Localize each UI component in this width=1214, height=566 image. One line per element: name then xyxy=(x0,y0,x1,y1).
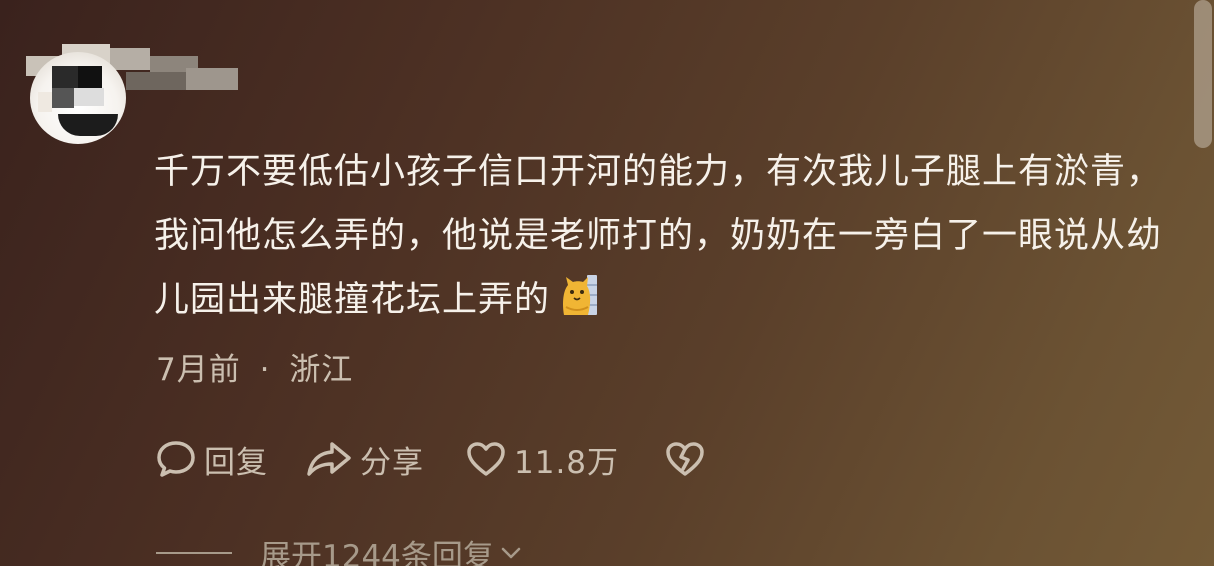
reply-button[interactable]: 回复 xyxy=(156,437,268,482)
broken-heart-icon xyxy=(666,442,704,476)
share-arrow-icon xyxy=(307,442,351,476)
dislike-button[interactable] xyxy=(665,441,705,477)
meta-separator: · xyxy=(259,352,271,388)
comment-text: 千万不要低估小孩子信口开河的能力，有次我儿子腿上有淤青，我问他怎么弄的，他说是老… xyxy=(154,140,1184,332)
comment-body: 千万不要低估小孩子信口开河的能力，有次我儿子腿上有淤青，我问他怎么弄的，他说是老… xyxy=(154,152,1163,320)
scrollbar[interactable] xyxy=(1194,0,1212,148)
avatar[interactable] xyxy=(30,52,126,144)
share-button[interactable]: 分享 xyxy=(306,437,424,482)
comment-time: 7月前 xyxy=(156,352,241,388)
comment-location: 浙江 xyxy=(289,352,354,388)
comment-meta: 7月前 · 浙江 xyxy=(156,344,353,389)
like-button[interactable]: 11.8万 xyxy=(466,437,619,482)
reply-label: 回复 xyxy=(204,444,268,481)
expand-replies-button[interactable]: 展开1244条回复 xyxy=(156,530,522,566)
comment-bubble-icon xyxy=(157,441,195,477)
divider-line xyxy=(156,552,232,554)
cat-emoji-icon xyxy=(563,275,598,315)
share-label: 分享 xyxy=(360,444,424,481)
like-count: 11.8万 xyxy=(514,444,620,481)
heart-icon xyxy=(467,442,505,476)
chevron-down-icon xyxy=(501,547,521,559)
expand-replies-label: 展开1244条回复 xyxy=(260,538,494,566)
comment-actions: 回复 分享 11.8万 xyxy=(156,436,705,482)
